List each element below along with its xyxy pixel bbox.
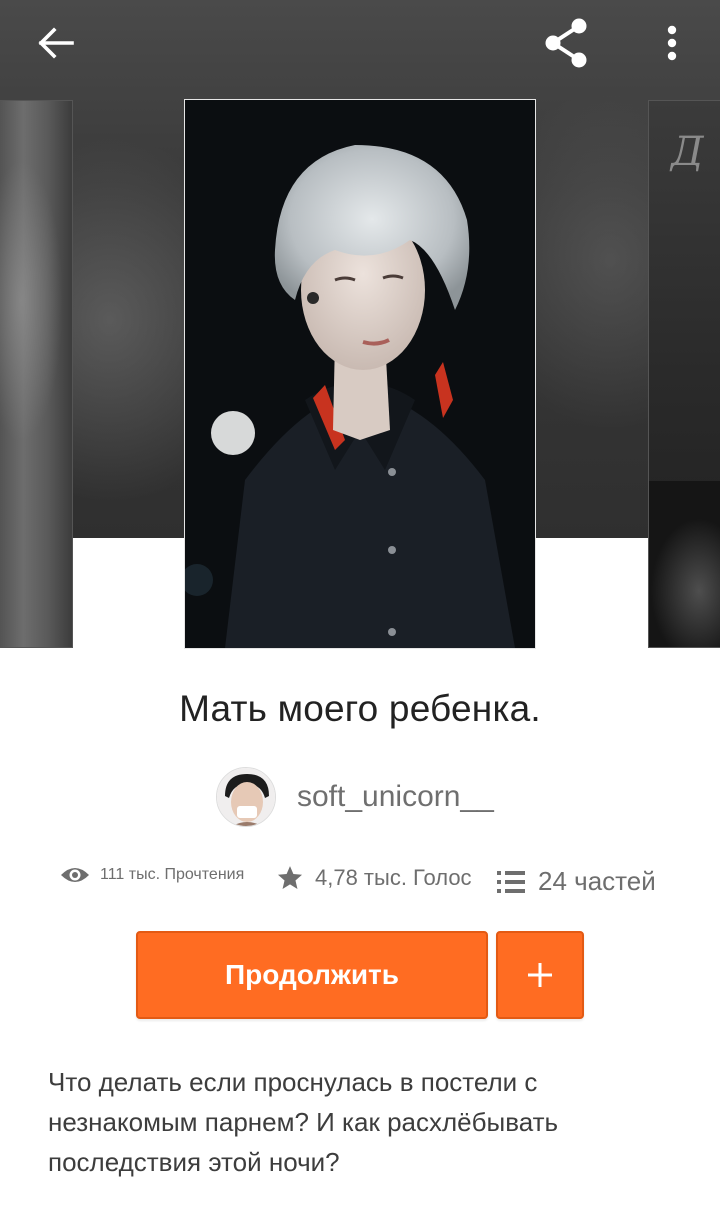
share-icon bbox=[545, 18, 587, 68]
top-bar bbox=[0, 0, 720, 86]
add-to-library-button[interactable] bbox=[496, 931, 584, 1019]
reads-count: 111 тыс. Прочтения bbox=[100, 866, 245, 883]
plus-icon bbox=[528, 963, 552, 987]
current-cover-image[interactable] bbox=[184, 99, 536, 649]
more-options-button[interactable] bbox=[648, 18, 696, 68]
previous-cover[interactable] bbox=[0, 100, 73, 648]
author-avatar[interactable] bbox=[216, 767, 276, 827]
list-icon bbox=[497, 870, 525, 893]
parts-count: 24 частей bbox=[538, 866, 656, 896]
author-row[interactable]: soft_unicorn__ bbox=[216, 766, 494, 828]
share-button[interactable] bbox=[536, 14, 598, 72]
next-cover[interactable]: Д bbox=[648, 100, 720, 648]
cover-carousel[interactable]: Д bbox=[0, 0, 720, 650]
back-button[interactable] bbox=[26, 20, 86, 66]
parts-stat[interactable]: 24 частей bbox=[497, 866, 656, 897]
arrow-left-icon bbox=[38, 27, 74, 59]
reads-stat: 111 тыс. Прочтения bbox=[60, 864, 244, 886]
story-title: Мать моего ребенка. bbox=[179, 688, 541, 729]
more-vertical-icon bbox=[667, 25, 677, 61]
story-description: Что делать если проснулась в постели с н… bbox=[48, 1067, 559, 1177]
votes-count: 4,78 тыс. Голос bbox=[315, 865, 472, 890]
story-stats: 111 тыс. Прочтения 4,78 тыс. Голос 24 ча… bbox=[0, 860, 720, 904]
continue-reading-button[interactable]: Продолжить bbox=[136, 931, 488, 1019]
votes-stat: 4,78 тыс. Голос bbox=[276, 864, 472, 892]
star-icon bbox=[277, 866, 303, 889]
author-name[interactable]: soft_unicorn__ bbox=[297, 780, 494, 814]
eye-icon bbox=[61, 868, 89, 882]
